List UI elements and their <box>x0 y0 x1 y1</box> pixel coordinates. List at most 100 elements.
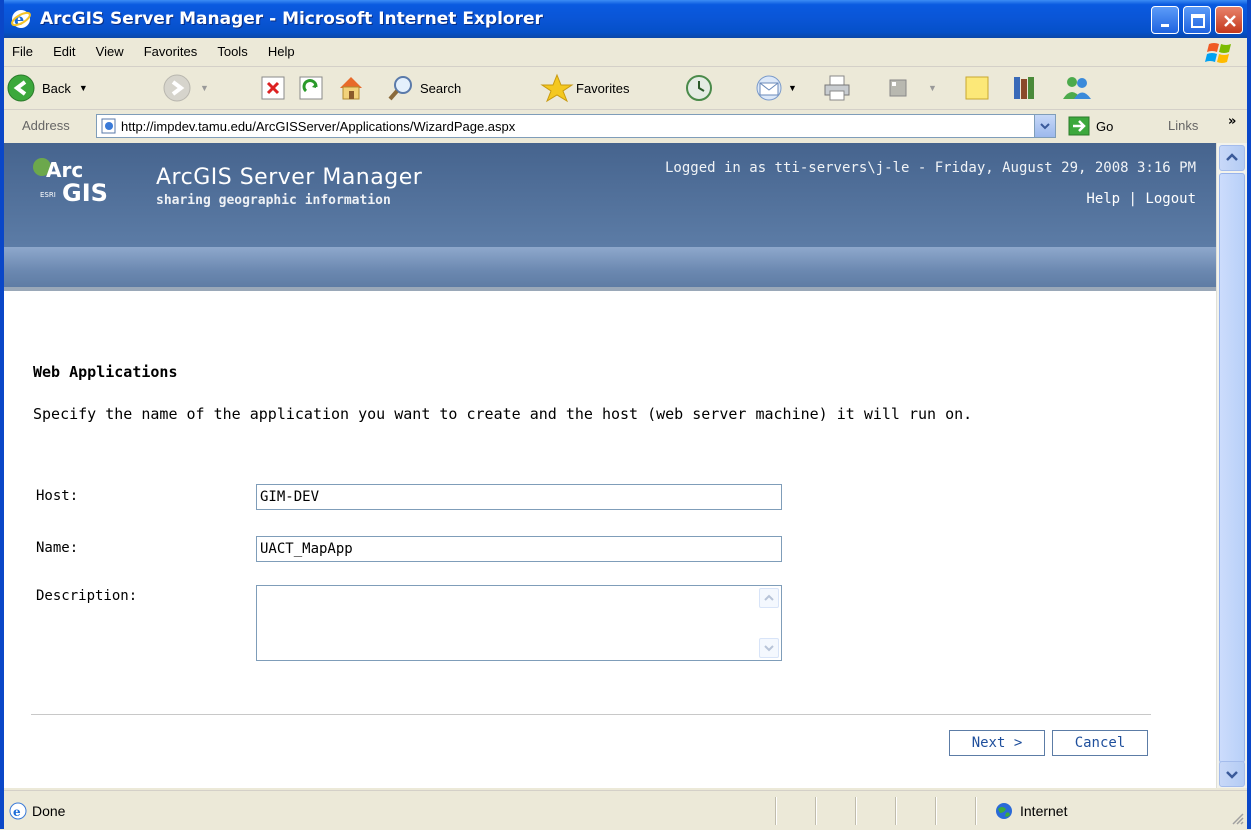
page-heading: Web Applications <box>33 363 178 381</box>
refresh-button[interactable] <box>298 71 324 105</box>
home-button[interactable] <box>336 71 366 105</box>
window-right-border <box>1247 0 1251 829</box>
menu-tools[interactable]: Tools <box>209 40 255 63</box>
address-input[interactable]: http://impdev.tamu.edu/ArcGISServer/Appl… <box>96 114 1056 138</box>
print-button[interactable] <box>822 71 852 105</box>
scroll-down-button[interactable] <box>759 638 779 658</box>
logout-link[interactable]: Logout <box>1145 191 1196 207</box>
chevron-up-icon <box>764 594 774 601</box>
chevron-down-icon <box>764 645 774 652</box>
mail-button[interactable]: ▼ <box>754 71 797 105</box>
discuss-button[interactable] <box>962 71 992 105</box>
history-icon <box>686 75 712 101</box>
security-zone-label: Internet <box>1020 803 1068 819</box>
favorites-button[interactable]: Favorites <box>540 71 629 105</box>
status-separator <box>815 797 817 825</box>
messenger-button[interactable] <box>1060 71 1094 105</box>
scroll-thumb[interactable] <box>1219 173 1245 763</box>
research-button[interactable] <box>1010 71 1040 105</box>
host-label: Host: <box>36 488 79 504</box>
page-header: Arc ESRI GIS ArcGIS Server Manager shari… <box>4 143 1216 291</box>
mail-icon <box>756 75 782 101</box>
forward-dropdown-icon[interactable]: ▼ <box>200 83 209 93</box>
login-status: Logged in as tti-servers\j-le - Friday, … <box>664 160 1196 176</box>
close-icon <box>1224 15 1236 27</box>
history-button[interactable] <box>684 71 714 105</box>
mail-dropdown-icon[interactable]: ▼ <box>788 83 797 93</box>
chevron-up-icon <box>1226 153 1238 161</box>
next-button[interactable]: Next > <box>949 730 1045 756</box>
edit-dropdown-icon[interactable]: ▼ <box>928 83 937 93</box>
links-chevron-icon[interactable]: » <box>1228 114 1236 129</box>
scroll-up-button[interactable] <box>759 588 779 608</box>
name-input[interactable] <box>256 536 782 562</box>
menu-bar: File Edit View Favorites Tools Help <box>0 38 1251 67</box>
address-dropdown-button[interactable] <box>1034 115 1055 137</box>
cancel-button[interactable]: Cancel <box>1052 730 1148 756</box>
page-instructions: Specify the name of the application you … <box>33 405 973 423</box>
back-label: Back <box>42 80 71 96</box>
links-button[interactable]: Links <box>1168 118 1198 133</box>
logo-esri-text: ESRI <box>40 191 56 199</box>
help-link[interactable]: Help <box>1086 191 1120 207</box>
arcgis-logo: Arc ESRI GIS <box>32 155 142 215</box>
arcgis-globe-icon: Arc ESRI GIS <box>33 158 108 207</box>
app-title: ArcGIS Server Manager <box>156 165 423 190</box>
search-button[interactable]: Search <box>386 71 461 105</box>
close-button[interactable] <box>1215 6 1243 34</box>
edit-button[interactable]: ▼ <box>886 71 937 105</box>
scroll-down-arrow[interactable] <box>1219 761 1245 787</box>
home-icon <box>340 77 362 100</box>
host-input[interactable] <box>256 484 782 510</box>
maximize-button[interactable] <box>1183 6 1211 34</box>
menu-help[interactable]: Help <box>260 40 303 63</box>
ie-logo-icon: e <box>11 10 31 29</box>
browser-window: e ArcGIS Server Manager - Microsoft Inte… <box>0 0 1251 830</box>
search-icon <box>388 76 412 101</box>
search-label: Search <box>420 80 462 96</box>
app-subtitle: sharing geographic information <box>156 193 391 208</box>
windows-logo-icon <box>1205 43 1231 63</box>
stop-button[interactable] <box>260 71 286 105</box>
menu-edit[interactable]: Edit <box>45 40 83 63</box>
status-separator <box>855 797 857 825</box>
print-icon <box>824 75 850 101</box>
status-separator <box>775 797 777 825</box>
stop-icon <box>261 76 285 100</box>
resize-grip-icon[interactable] <box>1231 812 1245 826</box>
description-textarea[interactable] <box>256 585 782 661</box>
window-title: ArcGIS Server Manager - Microsoft Intern… <box>40 9 543 29</box>
toolbar: Back ▼ ▼ Search Favorites ▼ ▼ <box>0 67 1251 110</box>
menu-file[interactable]: File <box>4 40 41 63</box>
status-separator <box>895 797 897 825</box>
page-icon <box>101 118 116 134</box>
back-button[interactable]: Back ▼ <box>6 71 88 105</box>
header-divider <box>4 287 1216 291</box>
menu-view[interactable]: View <box>88 40 132 63</box>
go-arrow-icon <box>1068 116 1090 136</box>
internet-globe-icon <box>996 803 1012 819</box>
minimize-icon <box>1161 24 1169 27</box>
name-label: Name: <box>36 540 79 556</box>
status-separator <box>935 797 937 825</box>
back-arrow-icon <box>7 74 35 102</box>
go-button[interactable]: Go <box>1068 116 1113 136</box>
address-url: http://impdev.tamu.edu/ArcGISServer/Appl… <box>121 119 516 134</box>
research-books-icon <box>1014 77 1034 99</box>
back-dropdown-icon[interactable]: ▼ <box>79 83 88 93</box>
scroll-up-arrow[interactable] <box>1219 145 1245 171</box>
description-scrollbar[interactable] <box>759 588 779 658</box>
logo-gis-text: GIS <box>62 179 108 207</box>
go-label: Go <box>1096 118 1114 134</box>
header-links: Help | Logout <box>1086 191 1196 207</box>
note-icon <box>965 76 989 100</box>
page-viewport: Arc ESRI GIS ArcGIS Server Manager shari… <box>4 143 1216 788</box>
favorites-label: Favorites <box>576 80 630 96</box>
menu-favorites[interactable]: Favorites <box>136 40 205 63</box>
refresh-icon <box>299 76 323 100</box>
forward-button[interactable]: ▼ <box>162 71 209 105</box>
minimize-button[interactable] <box>1151 6 1179 34</box>
page-scrollbar[interactable] <box>1216 143 1248 788</box>
status-bar: e Done Internet <box>0 790 1251 830</box>
chevron-down-icon <box>1040 123 1050 130</box>
